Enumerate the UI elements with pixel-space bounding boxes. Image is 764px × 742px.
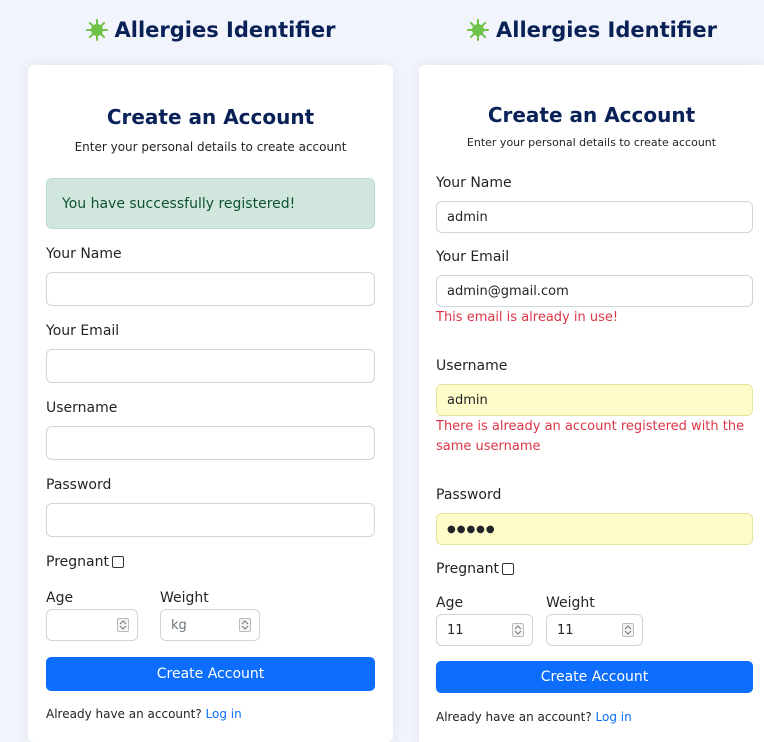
pregnant-field: Pregnant xyxy=(46,554,124,570)
username-label: Username xyxy=(46,400,118,416)
login-link[interactable]: Log in xyxy=(596,710,632,724)
age-spinner[interactable] xyxy=(512,623,524,637)
pregnant-label: Pregnant xyxy=(436,561,499,577)
login-prompt: Already have an account? Log in xyxy=(436,710,632,724)
username-value: admin xyxy=(447,392,488,408)
weight-value: 11 xyxy=(557,622,574,638)
create-account-button[interactable]: Create Account xyxy=(436,661,753,693)
name-value: admin xyxy=(447,209,488,225)
email-value: admin@gmail.com xyxy=(447,283,569,299)
weight-spinner[interactable] xyxy=(622,623,634,637)
username-label: Username xyxy=(436,358,508,374)
page-title: Create an Account xyxy=(487,103,696,127)
pregnant-checkbox[interactable] xyxy=(111,556,124,568)
weight-placeholder: kg xyxy=(171,617,187,633)
age-label: Age xyxy=(436,595,464,611)
login-prompt: Already have an account? Log in xyxy=(46,707,242,721)
username-input[interactable]: admin xyxy=(436,384,753,416)
weight-label: Weight xyxy=(160,590,209,606)
brand-logo[interactable]: Allergies Identifier xyxy=(419,18,764,42)
password-input[interactable]: ●●●●● xyxy=(436,513,753,545)
virus-icon xyxy=(466,18,490,42)
age-value: 11 xyxy=(447,622,464,638)
page-subtitle: Enter your personal details to create ac… xyxy=(466,136,717,149)
username-error: There is already an account registered w… xyxy=(436,419,745,454)
age-label: Age xyxy=(46,590,74,606)
register-card: Create an Account Enter your personal de… xyxy=(419,65,764,742)
brand-name: Allergies Identifier xyxy=(496,18,717,42)
register-panel-left: Allergies Identifier Create an Account E… xyxy=(10,0,410,742)
page-subtitle: Enter your personal details to create ac… xyxy=(74,140,347,154)
login-prompt-text: Already have an account? xyxy=(46,707,202,721)
name-input[interactable]: admin xyxy=(436,201,753,233)
virus-icon xyxy=(85,18,109,42)
name-label: Your Name xyxy=(436,175,512,191)
pregnant-field: Pregnant xyxy=(436,561,514,577)
brand-name: Allergies Identifier xyxy=(114,18,336,42)
register-card: Create an Account Enter your personal de… xyxy=(28,65,393,742)
email-label: Your Email xyxy=(436,249,510,265)
login-prompt-text: Already have an account? xyxy=(436,710,592,724)
weight-spinner[interactable] xyxy=(239,618,251,632)
email-input[interactable] xyxy=(46,349,375,383)
age-input[interactable]: 11 xyxy=(436,614,533,646)
weight-label: Weight xyxy=(546,595,595,611)
name-input[interactable] xyxy=(46,272,375,306)
weight-input[interactable]: 11 xyxy=(546,614,643,646)
create-account-button[interactable]: Create Account xyxy=(46,657,375,691)
age-input[interactable] xyxy=(46,609,138,641)
password-label: Password xyxy=(46,477,112,493)
login-link[interactable]: Log in xyxy=(206,707,242,721)
password-value: ●●●●● xyxy=(447,523,496,535)
password-label: Password xyxy=(436,487,502,503)
brand-logo[interactable]: Allergies Identifier xyxy=(10,18,410,42)
email-label: Your Email xyxy=(46,323,120,339)
name-label: Your Name xyxy=(46,246,122,262)
username-input[interactable] xyxy=(46,426,375,460)
password-input[interactable] xyxy=(46,503,375,537)
success-alert: You have successfully registered! xyxy=(46,178,375,229)
pregnant-label: Pregnant xyxy=(46,554,109,570)
weight-input[interactable]: kg xyxy=(160,609,260,641)
register-panel-right: Allergies Identifier Create an Account E… xyxy=(419,0,764,742)
pregnant-checkbox[interactable] xyxy=(501,563,514,575)
email-error: This email is already in use! xyxy=(436,310,619,325)
page-title: Create an Account xyxy=(106,105,315,129)
age-spinner[interactable] xyxy=(117,618,129,632)
email-input[interactable]: admin@gmail.com xyxy=(436,275,753,307)
